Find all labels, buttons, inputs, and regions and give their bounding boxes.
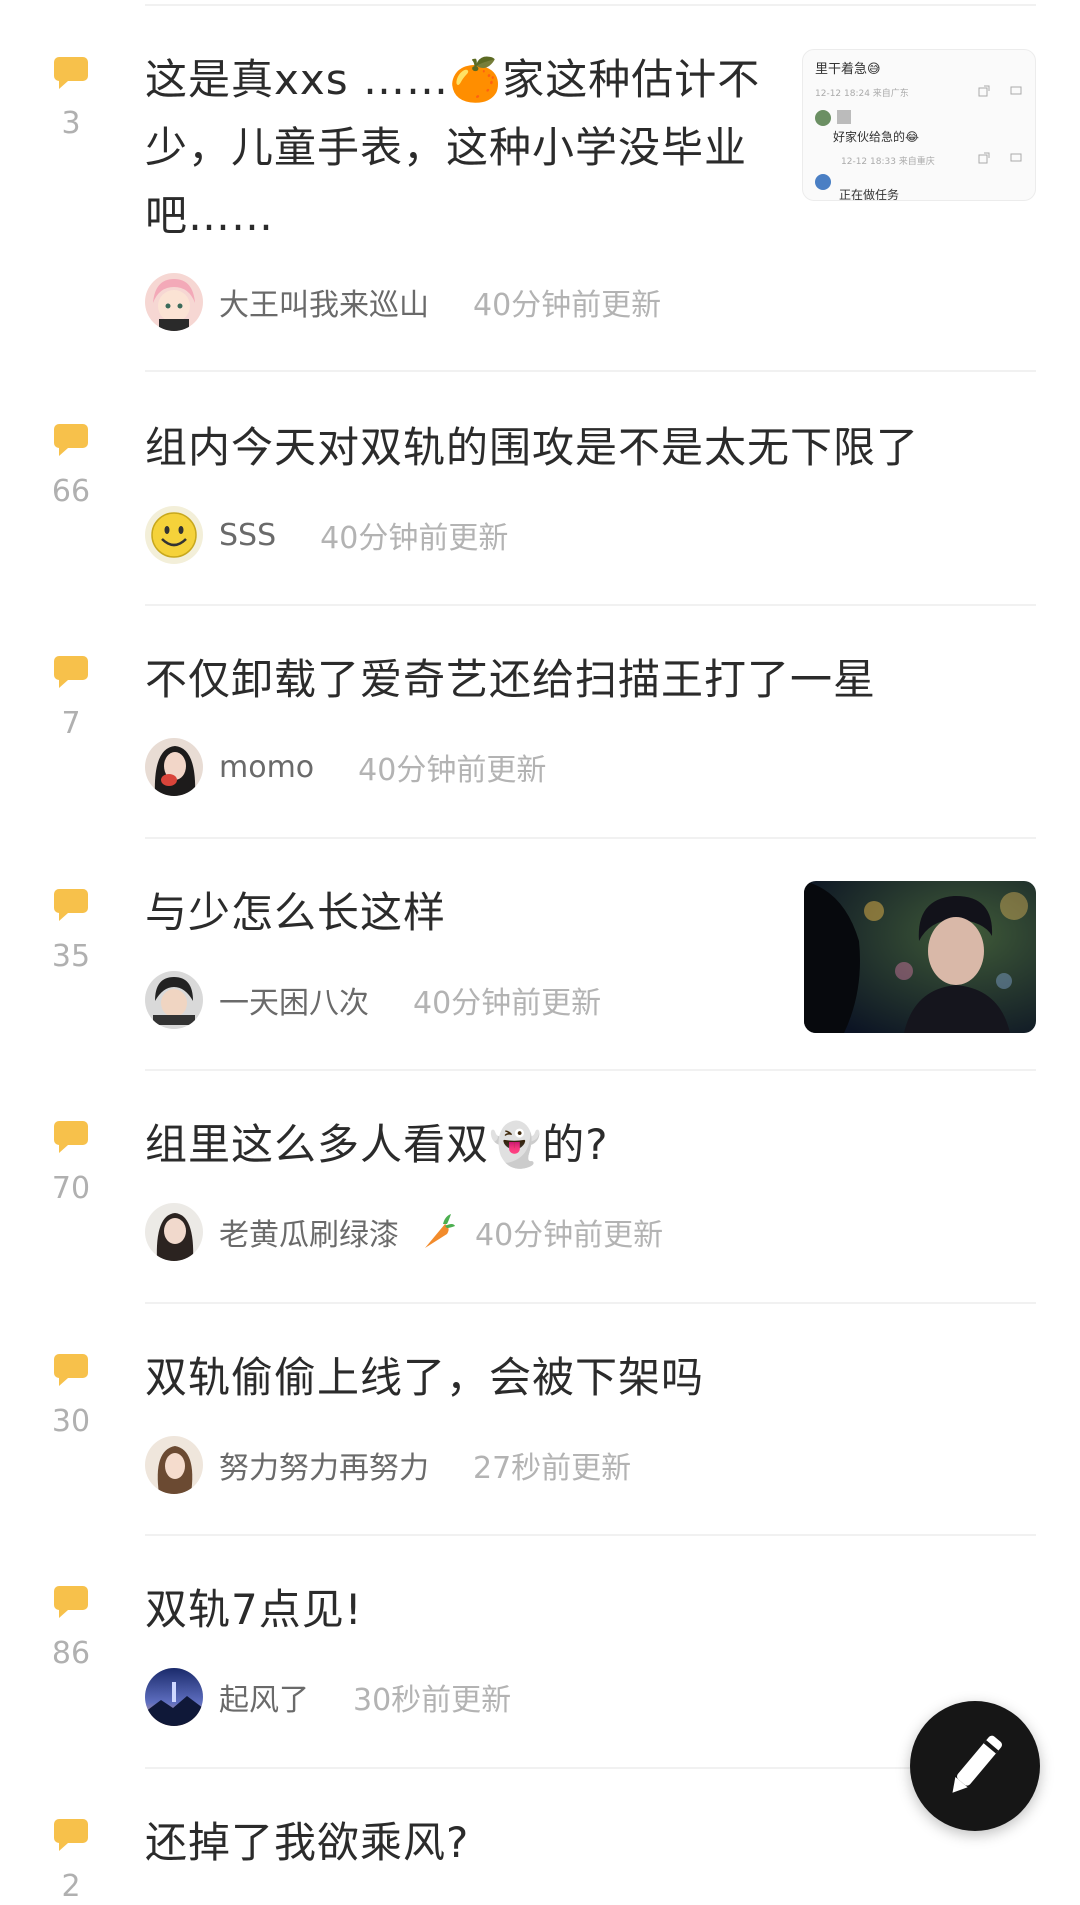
post-title[interactable]: 不仅卸载了爱奇艺还给扫描王打了一星 (145, 646, 1025, 714)
comment-icon (54, 57, 88, 89)
thumb-date: 12-12 18:33 来自重庆 (841, 157, 935, 167)
comment-count: 7 (61, 706, 81, 741)
update-time: 40分钟前更新 (475, 1218, 664, 1253)
post-title[interactable]: 这是真xxs ……🍊家这种估计不少，儿童手表，这种小学没毕业吧…… (145, 46, 765, 250)
post-title[interactable]: 组里这么多人看双👻的? (145, 1111, 1025, 1179)
post-meta: 一天困八次 40分钟前更新 (145, 970, 601, 1030)
avatar[interactable] (145, 738, 203, 796)
avatar[interactable] (145, 1203, 203, 1261)
post-meta: momo 40分钟前更新 (145, 737, 546, 797)
post-meta: 起风了 30秒前更新 (145, 1667, 511, 1727)
comment-icon (54, 1586, 88, 1618)
comment-count: 3 (61, 106, 81, 141)
carrot-icon (425, 1214, 455, 1248)
update-time: 40分钟前更新 (320, 521, 509, 556)
comment-icon (54, 1354, 88, 1386)
author-name[interactable]: SSS (219, 518, 276, 553)
post-item[interactable]: 7 不仅卸载了爱奇艺还给扫描王打了一星 momo 40分钟前更新 (0, 604, 1080, 839)
thumb-text: 好家伙给急的😂 (833, 130, 920, 144)
post-item[interactable]: 3 这是真xxs ……🍊家这种估计不少，儿童手表，这种小学没毕业吧…… 大王叫我… (0, 0, 1080, 372)
author-name[interactable]: 一天困八次 (219, 978, 369, 1022)
comment-count: 30 (51, 1404, 91, 1439)
author-name[interactable]: 大王叫我来巡山 (219, 280, 429, 324)
post-item[interactable]: 66 组内今天对双轨的围攻是不是太无下限了 SSS 40分钟前更新 (0, 372, 1080, 606)
post-item[interactable]: 30 双轨偷偷上线了，会被下架吗 努力努力再努力 27秒前更新 (0, 1302, 1080, 1536)
drama-still-image (804, 881, 1036, 1033)
avatar[interactable] (145, 273, 203, 331)
comment-icon (54, 424, 88, 456)
author-name[interactable]: 起风了 (219, 1675, 309, 1719)
comment-count: 2 (61, 1869, 81, 1904)
thumb-date: 12-12 18:24 来自广东 (815, 89, 909, 99)
avatar[interactable] (145, 971, 203, 1029)
update-time: 30秒前更新 (353, 1683, 512, 1718)
thumb-text: 正在做任务 (839, 188, 900, 201)
comment-count: 70 (51, 1171, 91, 1206)
avatar[interactable] (145, 506, 203, 564)
update-time: 27秒前更新 (473, 1451, 632, 1486)
post-meta: 大王叫我来巡山 40分钟前更新 (145, 272, 661, 332)
avatar[interactable] (145, 1436, 203, 1494)
post-title[interactable]: 双轨偷偷上线了，会被下架吗 (145, 1344, 1025, 1412)
post-thumbnail[interactable] (804, 881, 1036, 1033)
compose-button[interactable] (910, 1701, 1040, 1831)
comment-icon (54, 1819, 88, 1851)
comment-icon (54, 889, 88, 921)
share-icon (978, 85, 990, 97)
thumb-avatar (837, 110, 851, 124)
comment-icon (54, 656, 88, 688)
post-title[interactable]: 双轨7点见! (145, 1576, 905, 1644)
comment-icon (1010, 86, 1022, 95)
post-meta: SSS 40分钟前更新 (145, 505, 508, 565)
post-title[interactable]: 与少怎么长这样 (145, 879, 765, 947)
post-meta: 努力努力再努力 27秒前更新 (145, 1435, 631, 1495)
comment-count: 66 (51, 474, 91, 509)
comment-count: 86 (51, 1636, 91, 1671)
avatar[interactable] (145, 1668, 203, 1726)
post-feed: 3 这是真xxs ……🍊家这种估计不少，儿童手表，这种小学没毕业吧…… 大王叫我… (0, 0, 1080, 1904)
thumb-avatar (815, 110, 831, 126)
author-name[interactable]: momo (219, 750, 314, 785)
comment-icon (1010, 153, 1022, 162)
pen-icon (952, 1735, 1002, 1793)
update-time: 40分钟前更新 (413, 986, 602, 1021)
update-time: 40分钟前更新 (473, 288, 662, 323)
author-name[interactable]: 努力努力再努力 (219, 1443, 429, 1487)
post-meta: 老黄瓜刷绿漆 40分钟前更新 (145, 1202, 663, 1262)
post-title[interactable]: 还掉了我欲乘风? (145, 1809, 1025, 1877)
update-time: 40分钟前更新 (358, 753, 547, 788)
post-item[interactable]: 70 组里这么多人看双👻的? 老黄瓜刷绿漆 40分钟前更新 (0, 1069, 1080, 1304)
post-title[interactable]: 组内今天对双轨的围攻是不是太无下限了 (145, 414, 1025, 482)
post-item[interactable]: 35 与少怎么长这样 一天困八次 40分钟前更新 (0, 837, 1080, 1071)
thumb-text: 里干着急😅 (815, 62, 881, 77)
author-name[interactable]: 老黄瓜刷绿漆 (219, 1210, 399, 1254)
comment-icon (54, 1121, 88, 1153)
comment-count: 35 (51, 939, 91, 974)
post-thumbnail[interactable]: 里干着急😅 12-12 18:24 来自广东 好家伙给急的😂 12-12 18:… (802, 49, 1036, 201)
thumb-avatar (815, 174, 831, 190)
share-icon (978, 152, 990, 164)
